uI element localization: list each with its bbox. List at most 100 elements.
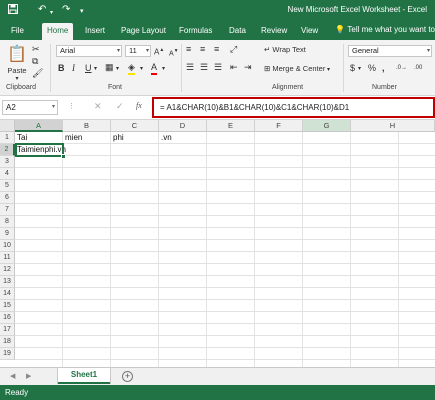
row-header[interactable]: 4 — [0, 168, 15, 180]
format-painter-icon[interactable]: 🖌 — [32, 68, 43, 79]
lightbulb-icon: 💡 — [335, 25, 348, 34]
column-header-d[interactable]: D — [159, 120, 207, 132]
row-header[interactable]: 10 — [0, 240, 15, 252]
row-header[interactable]: 18 — [0, 336, 15, 348]
name-box[interactable]: A2 ▾ — [2, 100, 58, 115]
copy-icon[interactable]: ⧉ — [32, 56, 38, 67]
tab-view[interactable]: View — [296, 23, 323, 40]
font-color-icon[interactable]: A — [151, 62, 158, 75]
cell-c1[interactable]: phi — [111, 132, 159, 144]
decrease-indent-icon[interactable]: ⇤ — [230, 62, 238, 73]
row-header[interactable]: 9 — [0, 228, 15, 240]
row-header[interactable]: 6 — [0, 192, 15, 204]
add-sheet-icon[interactable]: + — [122, 371, 133, 382]
column-header-a[interactable]: A — [15, 120, 63, 132]
comma-icon[interactable]: , — [382, 63, 385, 74]
underline-dropdown-icon[interactable]: ▾ — [94, 64, 97, 75]
ribbon-divider — [343, 44, 344, 92]
percent-icon[interactable]: % — [368, 63, 376, 74]
currency-dropdown-icon[interactable]: ▾ — [358, 64, 361, 75]
row-header[interactable]: 16 — [0, 312, 15, 324]
font-name-select[interactable]: Arial ▾ — [56, 45, 122, 57]
cell-d1[interactable]: .vn — [159, 132, 207, 144]
decrease-decimal-icon[interactable]: .00 — [414, 63, 422, 74]
font-color-dropdown-icon[interactable]: ▾ — [162, 64, 165, 75]
enter-icon[interactable]: ✓ — [116, 101, 124, 112]
align-left-icon[interactable]: ☰ — [186, 62, 194, 73]
row-header[interactable]: 14 — [0, 288, 15, 300]
tab-data[interactable]: Data — [224, 23, 251, 40]
font-size-select[interactable]: 11 ▾ — [125, 45, 151, 57]
align-middle-icon[interactable]: ≡ — [200, 44, 205, 55]
decrease-font-icon[interactable]: A▼ — [169, 46, 179, 59]
align-right-icon[interactable]: ☰ — [214, 62, 222, 73]
column-header-g[interactable]: G — [303, 120, 351, 132]
column-header-c[interactable]: C — [111, 120, 159, 132]
scroll-left-icon[interactable]: ◀ — [10, 372, 15, 380]
tab-formulas[interactable]: Formulas — [174, 23, 217, 40]
currency-symbol: $ — [350, 63, 356, 73]
row-header[interactable]: 11 — [0, 252, 15, 264]
insert-function-icon[interactable]: fx — [136, 101, 142, 110]
row-header[interactable]: 2 — [0, 144, 15, 156]
align-bottom-icon[interactable]: ≡ — [214, 44, 219, 55]
italic-icon[interactable]: I — [72, 63, 75, 74]
bold-icon[interactable]: B — [58, 63, 65, 74]
row-header[interactable]: 12 — [0, 264, 15, 276]
customize-toolbar-icon[interactable]: ▾ — [80, 6, 84, 18]
number-format-select[interactable]: General ▾ — [348, 45, 432, 57]
align-top-icon[interactable]: ≡ — [186, 44, 191, 55]
scroll-right-icon[interactable]: ▶ — [26, 372, 31, 380]
fill-color-dropdown-icon[interactable]: ▾ — [140, 64, 143, 75]
borders-icon[interactable]: ▦ — [105, 62, 114, 73]
column-header-b[interactable]: B — [63, 120, 111, 132]
align-center-icon[interactable]: ☰ — [200, 62, 208, 73]
tab-insert[interactable]: Insert — [80, 23, 110, 40]
status-bar: Ready — [0, 385, 435, 400]
worksheet-grid[interactable]: A B C D E F G H 1 2 3 4 5 6 7 8 9 10 11 … — [0, 120, 435, 367]
tell-me-search[interactable]: 💡 Tell me what you want to — [335, 25, 435, 34]
undo-icon[interactable]: ↶ — [38, 4, 46, 16]
row-header[interactable]: 13 — [0, 276, 15, 288]
redo-icon[interactable]: ↷ — [62, 4, 70, 16]
select-all-button[interactable] — [0, 120, 15, 132]
column-header-f[interactable]: F — [255, 120, 303, 132]
underline-icon[interactable]: U — [85, 63, 92, 74]
undo-dropdown-icon[interactable]: ▾ — [50, 7, 53, 19]
fill-color-icon[interactable]: ◈ — [128, 62, 135, 75]
row-header[interactable]: 19 — [0, 348, 15, 360]
increase-font-icon[interactable]: A▲ — [154, 45, 164, 58]
cut-icon[interactable]: ✂ — [32, 44, 40, 55]
group-label-font: Font — [108, 84, 123, 91]
tab-review[interactable]: Review — [256, 23, 292, 40]
row-header[interactable]: 8 — [0, 216, 15, 228]
sheet-tab-sheet1[interactable]: Sheet1 — [58, 368, 110, 384]
row-header[interactable]: 5 — [0, 180, 15, 192]
sheet-tab-bar: ◀ ▶ Sheet1 + — [0, 367, 435, 385]
row-header[interactable]: 15 — [0, 300, 15, 312]
save-icon[interactable] — [8, 4, 18, 18]
increase-decimal-icon[interactable]: .0→ — [396, 63, 407, 74]
row-header[interactable]: 3 — [0, 156, 15, 168]
tell-me-text: Tell me what you want to — [347, 25, 435, 34]
ribbon-home: 📋 Paste ▾ ✂ ⧉ 🖌 Clipboard Arial ▾ 11 ▾ A▲ … — [0, 40, 435, 96]
cancel-icon[interactable]: ✕ — [94, 101, 102, 112]
fill-handle[interactable] — [61, 154, 66, 159]
column-header-h[interactable]: H — [351, 120, 435, 132]
increase-indent-icon[interactable]: ⇥ — [244, 62, 252, 73]
merge-center-button[interactable]: ⊞ Merge & Center ▾ — [264, 64, 330, 73]
tab-home[interactable]: Home — [42, 23, 74, 40]
formula-input[interactable]: = A1&CHAR(10)&B1&CHAR(10)&C1&CHAR(10)&D1 — [152, 97, 435, 118]
cell-b1[interactable]: mien — [63, 132, 111, 144]
tab-page-layout[interactable]: Page Layout — [116, 23, 171, 40]
formula-bar: A2 ▾ ⋮ ✕ ✓ fx = A1&CHAR(10)&B1&CHAR(10)&C… — [0, 96, 435, 120]
orientation-icon[interactable]: ⤢ — [230, 44, 237, 55]
column-header-e[interactable]: E — [207, 120, 255, 132]
currency-icon[interactable]: $ — [350, 63, 355, 74]
wrap-text-button[interactable]: ↵ Wrap Text — [264, 45, 306, 54]
tab-file[interactable]: File — [6, 23, 29, 40]
row-header[interactable]: 1 — [0, 132, 15, 144]
borders-dropdown-icon[interactable]: ▾ — [116, 64, 119, 75]
row-header[interactable]: 7 — [0, 204, 15, 216]
row-header[interactable]: 17 — [0, 324, 15, 336]
